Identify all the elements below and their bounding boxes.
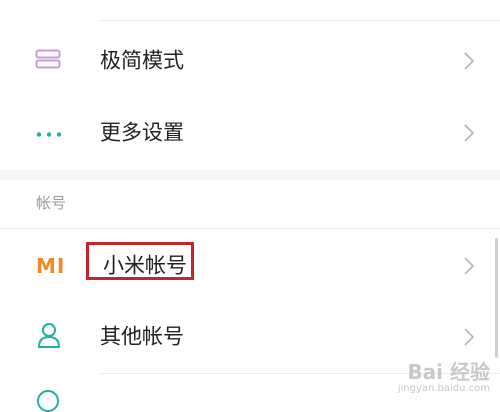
top-divider [100,20,500,21]
watermark-brand: Bai 经验 [407,360,490,384]
chevron-right-icon [464,52,475,70]
watermark: Bai 经验 jingyan.baidu.com [398,362,490,394]
mi-logo-icon: MI [36,253,66,278]
highlight-annotation-box [86,242,194,280]
section-title: 帐号 [36,194,67,212]
settings-item-simple-mode[interactable]: 极简模式 [0,24,500,98]
settings-item-more-settings[interactable]: 更多设置 [0,96,500,170]
person-icon [37,322,61,352]
more-dots-icon [35,124,63,143]
settings-item-label: 其他帐号 [100,324,184,349]
settings-item-label: 极简模式 [100,48,184,73]
settings-item-label: 更多设置 [100,120,184,145]
chevron-right-icon [464,328,475,346]
circle-icon [37,390,59,412]
section-header-account: 帐号 [0,180,500,228]
watermark-url: jingyan.baidu.com [397,383,490,394]
section-spacer [0,170,500,180]
chevron-right-icon [464,124,475,142]
scrollbar[interactable] [495,238,498,358]
chevron-right-icon [464,256,475,275]
layout-rows-icon [35,49,61,73]
settings-item-mi-account[interactable]: MI 小米帐号 [0,228,500,302]
